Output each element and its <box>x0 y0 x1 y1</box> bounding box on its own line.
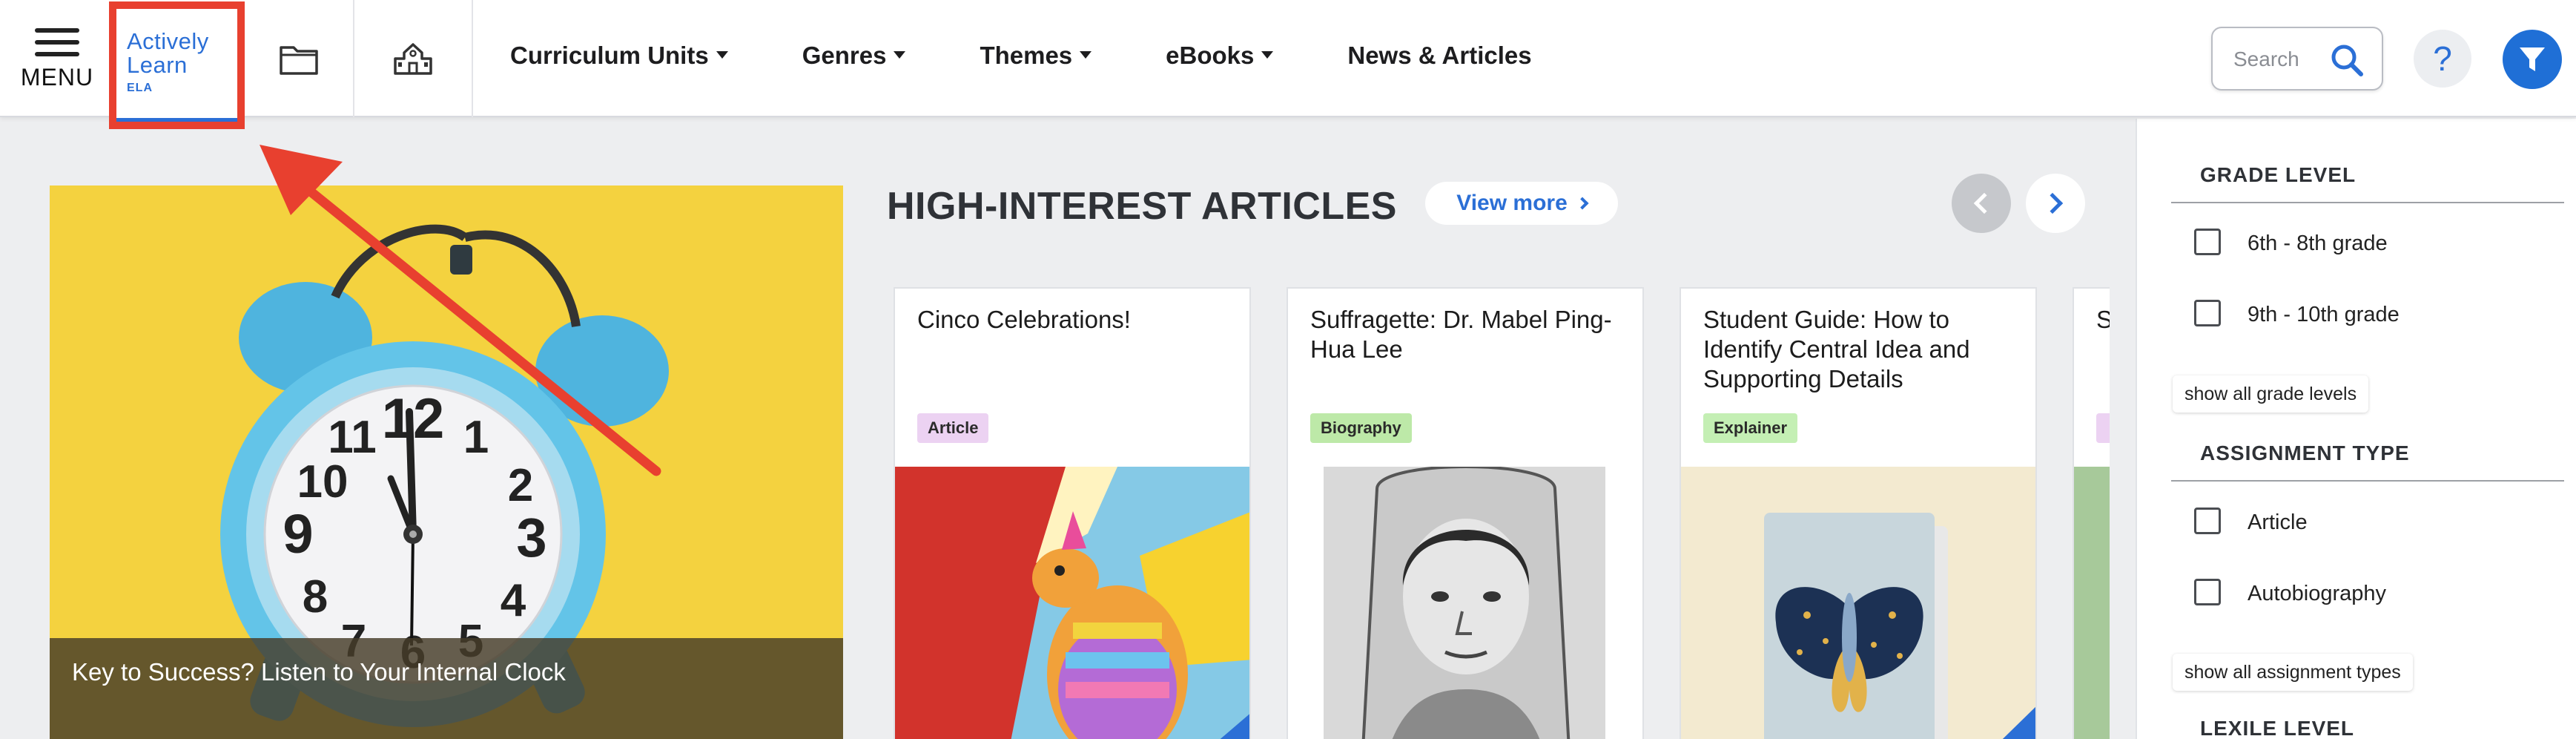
school-button[interactable] <box>354 0 473 117</box>
filter-icon <box>2520 47 2545 71</box>
main-nav: Curriculum Units Genres Themes eBooks Ne… <box>510 42 1606 70</box>
card-title: Student Guide: How to Identify Central I… <box>1703 306 1970 393</box>
pinata-image <box>895 467 1249 739</box>
checkbox[interactable] <box>2194 579 2221 605</box>
chevron-right-icon <box>1576 197 1589 210</box>
help-button[interactable]: ? <box>2414 30 2471 88</box>
card-title: Suffragette: Dr. Mabel Ping-Hua Lee <box>1310 306 1612 363</box>
article-card[interactable]: Suffragette: Dr. Mabel Ping-Hua Lee Biog… <box>1287 287 1644 739</box>
nav-news-articles[interactable]: News & Articles <box>1347 42 1531 70</box>
actively-learn-logo[interactable]: Actively Learn ELA <box>109 1 245 129</box>
hamburger-icon <box>35 28 79 56</box>
top-navigation-bar: MENU Curriculum Units Genres Themes eBoo… <box>0 0 2576 117</box>
caret-down-icon <box>894 51 906 59</box>
folder-button[interactable] <box>245 0 354 117</box>
show-all-assignment-types-button[interactable]: show all assignment types <box>2173 654 2413 691</box>
card-type-badge: Article <box>917 413 989 443</box>
checkbox[interactable] <box>2194 508 2221 534</box>
nav-ebooks[interactable]: eBooks <box>1166 42 1274 70</box>
svg-text:1: 1 <box>463 412 489 463</box>
caret-down-icon <box>1080 51 1092 59</box>
menu-label: MENU <box>20 64 94 91</box>
menu-button[interactable]: MENU <box>16 22 98 104</box>
hero-caption-bar: Key to Success? Listen to Your Internal … <box>50 638 843 739</box>
view-more-button[interactable]: View more <box>1425 182 1618 225</box>
card-image <box>2074 467 2110 739</box>
checkbox[interactable] <box>2194 229 2221 255</box>
carousel-prev-button[interactable] <box>1952 174 2011 233</box>
nav-genres[interactable]: Genres <box>802 42 906 70</box>
carousel-next-button[interactable] <box>2026 174 2085 233</box>
chevron-left-icon <box>1973 192 1995 214</box>
card-type-badge: Biography <box>1310 413 1412 443</box>
nav-curriculum-units[interactable]: Curriculum Units <box>510 42 728 70</box>
svg-text:8: 8 <box>303 571 328 623</box>
card-title: S a <box>2096 305 2110 335</box>
logo-text: Actively Learn ELA <box>127 28 209 95</box>
card-image <box>895 467 1249 739</box>
filter-sidebar: GRADE LEVEL 6th - 8th grade 9th - 10th g… <box>2136 119 2576 739</box>
svg-text:9: 9 <box>283 503 313 565</box>
search-icon[interactable] <box>2330 43 2364 77</box>
article-card[interactable]: Student Guide: How to Identify Central I… <box>1680 287 2037 739</box>
hero-feature-card[interactable]: 12 11 1 10 2 9 3 8 4 7 6 5 Key to Succes… <box>50 185 843 739</box>
chevron-right-icon <box>2041 192 2064 214</box>
filter-heading-assignment-type: ASSIGNMENT TYPE <box>2200 441 2410 464</box>
divider <box>2171 480 2564 482</box>
show-all-grade-levels-button[interactable]: show all grade levels <box>2173 375 2369 413</box>
search-box <box>2211 27 2383 91</box>
caret-down-icon <box>716 51 728 59</box>
card-image <box>1288 467 1642 739</box>
svg-text:10: 10 <box>297 456 349 508</box>
svg-text:4: 4 <box>501 575 526 626</box>
folder-icon <box>280 46 318 75</box>
filter-heading-lexile-level: LEXILE LEVEL <box>2200 717 2355 739</box>
divider <box>2171 202 2564 203</box>
nav-themes[interactable]: Themes <box>980 42 1092 70</box>
help-icon: ? <box>2433 39 2452 78</box>
book-moth-image <box>1681 467 2035 739</box>
card-image <box>1681 467 2035 739</box>
checkbox[interactable] <box>2194 300 2221 326</box>
svg-text:11: 11 <box>328 412 377 463</box>
filter-heading-grade-level: GRADE LEVEL <box>2200 163 2357 186</box>
article-card[interactable]: Cinco Celebrations! Article <box>894 287 1251 739</box>
card-title: Cinco Celebrations! <box>917 306 1131 333</box>
hero-caption: Key to Success? Listen to Your Internal … <box>72 658 566 686</box>
filter-toggle-button[interactable] <box>2503 30 2562 89</box>
school-icon <box>394 43 432 75</box>
card-type-badge: Explainer <box>1703 413 1798 443</box>
svg-text:2: 2 <box>508 460 533 511</box>
article-card[interactable]: S a <box>2073 287 2110 739</box>
section-title: HIGH-INTEREST ARTICLES <box>887 185 1397 228</box>
logo-underline <box>116 118 237 122</box>
card-type-badge <box>2096 413 2110 443</box>
svg-text:3: 3 <box>516 507 546 568</box>
search-input[interactable] <box>2233 45 2330 74</box>
caret-down-icon <box>1261 51 1274 59</box>
articles-carousel: Cinco Celebrations! Article Suffragette:… <box>894 287 2110 739</box>
portrait-image <box>1288 467 1642 739</box>
